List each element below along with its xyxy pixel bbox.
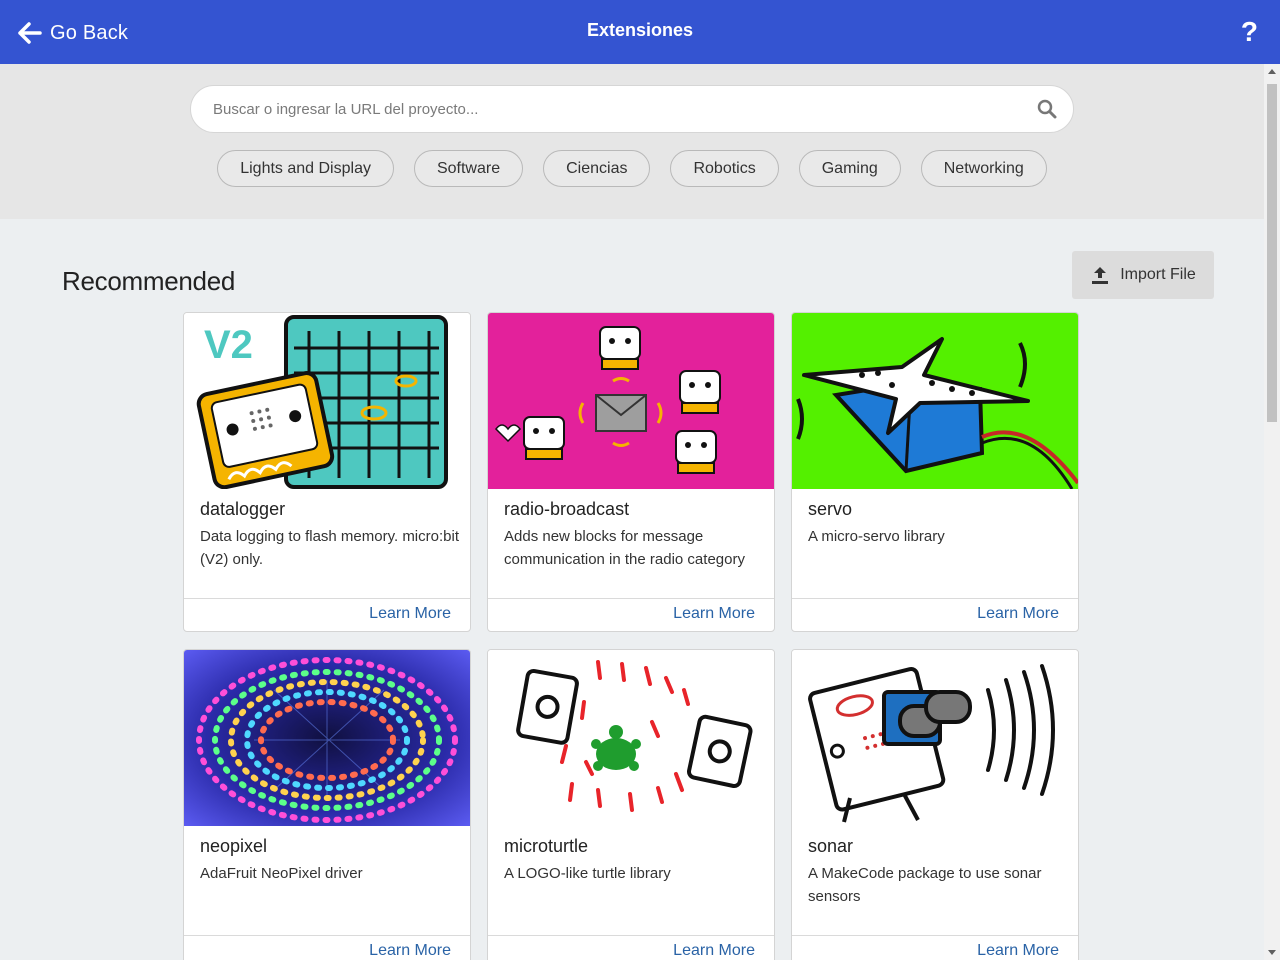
search-icon[interactable] [1037, 99, 1057, 119]
extension-card-sonar[interactable]: sonar A MakeCode package to use sonar se… [791, 649, 1079, 960]
radio-broadcast-image [488, 313, 774, 489]
extension-card-datalogger[interactable]: V2 datalogger Data logging to flash memo… [183, 312, 471, 632]
search-area: Lights and Display Software Ciencias Rob… [0, 64, 1264, 219]
neopixel-image [184, 650, 470, 826]
scroll-down-arrow-icon[interactable] [1268, 950, 1276, 955]
scrollbar-thumb[interactable] [1267, 84, 1277, 422]
category-chip-gaming[interactable]: Gaming [798, 150, 901, 187]
extension-name: sonar [808, 836, 854, 856]
learn-more-link[interactable]: Learn More [977, 605, 1059, 623]
section-title: Recommended [62, 266, 236, 296]
extension-grid: V2 datalogger Data logging to flash memo… [183, 312, 1079, 960]
card-footer: Learn More [792, 598, 1078, 631]
extension-card-servo[interactable]: servo A micro-servo library Learn More [791, 312, 1079, 632]
extension-name: microturtle [504, 836, 589, 856]
card-footer: Learn More [792, 935, 1078, 960]
page-title: Extensiones [586, 20, 694, 40]
extension-description: A micro-servo library [808, 528, 945, 545]
scrollbar[interactable] [1264, 64, 1280, 960]
servo-image [792, 313, 1078, 489]
extension-card-microturtle[interactable]: microturtle A LOGO-like turtle library L… [487, 649, 775, 960]
extension-description: Adds new blocks for message communicatio… [504, 528, 745, 568]
learn-more-link[interactable]: Learn More [977, 942, 1059, 960]
category-chip-lights-and-display[interactable]: Lights and Display [217, 150, 394, 187]
import-file-label: Import File [1120, 266, 1196, 283]
extension-name: datalogger [200, 499, 286, 519]
help-button[interactable]: ? [1241, 16, 1258, 48]
category-chip-software[interactable]: Software [413, 150, 524, 187]
extension-description: A MakeCode package to use sonar sensors [808, 865, 1042, 905]
import-file-button[interactable]: Import File [1072, 251, 1214, 299]
datalogger-image: V2 [184, 313, 470, 489]
extension-card-radio-broadcast[interactable]: radio-broadcast Adds new blocks for mess… [487, 312, 775, 632]
question-icon: ? [1240, 16, 1258, 47]
card-footer: Learn More [184, 598, 470, 631]
category-list: Lights and Display Software Ciencias Rob… [0, 150, 1264, 187]
search-input[interactable] [213, 86, 1013, 132]
learn-more-link[interactable]: Learn More [369, 942, 451, 960]
extension-name: servo [808, 499, 853, 519]
extension-description: AdaFruit NeoPixel driver [200, 865, 363, 882]
learn-more-link[interactable]: Learn More [673, 605, 755, 623]
search-box [190, 85, 1074, 133]
svg-text:V2: V2 [204, 323, 253, 367]
extension-name: radio-broadcast [504, 499, 630, 519]
learn-more-link[interactable]: Learn More [369, 605, 451, 623]
extension-name: neopixel [200, 836, 268, 856]
learn-more-link[interactable]: Learn More [673, 942, 755, 960]
category-chip-robotics[interactable]: Robotics [670, 150, 779, 187]
top-bar: Go Back Extensiones ? [0, 0, 1280, 64]
sonar-image [792, 650, 1078, 826]
category-chip-networking[interactable]: Networking [920, 150, 1047, 187]
microturtle-image [488, 650, 774, 826]
upload-icon [1092, 267, 1109, 284]
category-chip-ciencias[interactable]: Ciencias [543, 150, 651, 187]
extension-description: A LOGO-like turtle library [504, 865, 671, 882]
card-footer: Learn More [184, 935, 470, 960]
extension-description: Data logging to flash memory. micro:bit … [200, 528, 459, 568]
extension-card-neopixel[interactable]: neopixel AdaFruit NeoPixel driver Learn … [183, 649, 471, 960]
scroll-up-arrow-icon[interactable] [1268, 69, 1276, 74]
card-footer: Learn More [488, 598, 774, 631]
card-footer: Learn More [488, 935, 774, 960]
